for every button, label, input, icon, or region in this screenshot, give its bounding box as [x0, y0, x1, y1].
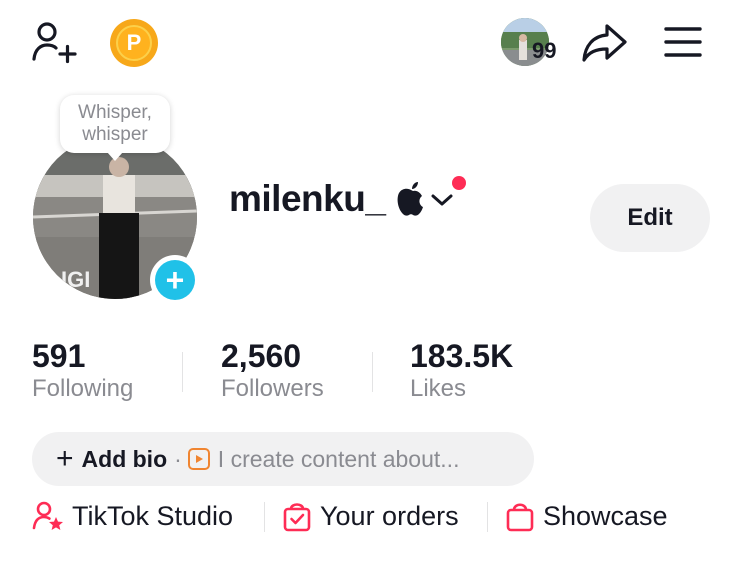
link-divider	[264, 502, 265, 532]
edit-profile-button[interactable]: Edit	[590, 184, 710, 252]
your-orders-link[interactable]: Your orders	[282, 500, 459, 532]
stat-following[interactable]: 591 Following	[32, 338, 133, 403]
add-friend-icon[interactable]	[28, 18, 80, 66]
add-photo-button[interactable]: +	[150, 255, 200, 305]
bubble-line-1: Whisper,	[78, 102, 152, 123]
following-label: Following	[32, 375, 134, 402]
bubble-line-2: whisper	[82, 124, 148, 145]
stat-divider	[182, 352, 183, 392]
your-orders-label: Your orders	[320, 500, 459, 531]
tiktok-studio-link[interactable]: TikTok Studio	[32, 500, 233, 532]
plus-icon: +	[56, 442, 74, 475]
shopping-bag-icon	[506, 503, 534, 532]
apple-icon	[395, 180, 427, 218]
followers-count: 2,560	[221, 338, 302, 374]
stat-likes[interactable]: 183.5K Likes	[410, 338, 513, 403]
share-icon[interactable]	[578, 18, 630, 66]
tiktok-studio-label: TikTok Studio	[72, 500, 234, 531]
hamburger-menu-icon[interactable]	[660, 20, 706, 64]
notification-dot	[452, 176, 466, 190]
stat-followers[interactable]: 2,560 Followers	[221, 338, 324, 403]
likes-label: Likes	[410, 375, 467, 402]
username[interactable]: milenku_	[229, 178, 386, 220]
add-bio-label: Add bio	[81, 445, 168, 472]
link-divider	[487, 502, 488, 532]
add-bio-button[interactable]: + Add bio · I create content about...	[32, 432, 534, 486]
plus-icon: +	[155, 260, 195, 300]
bio-prompt: I create content about...	[217, 445, 460, 472]
status-bubble[interactable]: Whisper, whisper	[60, 95, 170, 161]
coin-letter: P	[116, 25, 152, 61]
followers-label: Followers	[221, 375, 324, 402]
coin-icon[interactable]: P	[110, 19, 158, 67]
svg-text:IGI: IGI	[61, 267, 90, 292]
orders-bag-icon	[283, 503, 311, 532]
showcase-link[interactable]: Showcase	[505, 500, 668, 532]
chevron-down-icon[interactable]	[428, 186, 456, 214]
studio-icon	[32, 501, 63, 530]
stat-divider	[372, 352, 373, 392]
likes-count: 183.5K	[410, 338, 514, 374]
notification-count: 99	[532, 38, 557, 63]
play-icon	[187, 448, 210, 470]
showcase-label: Showcase	[543, 500, 668, 531]
following-count: 591	[32, 338, 86, 374]
bio-separator: ·	[174, 445, 182, 472]
